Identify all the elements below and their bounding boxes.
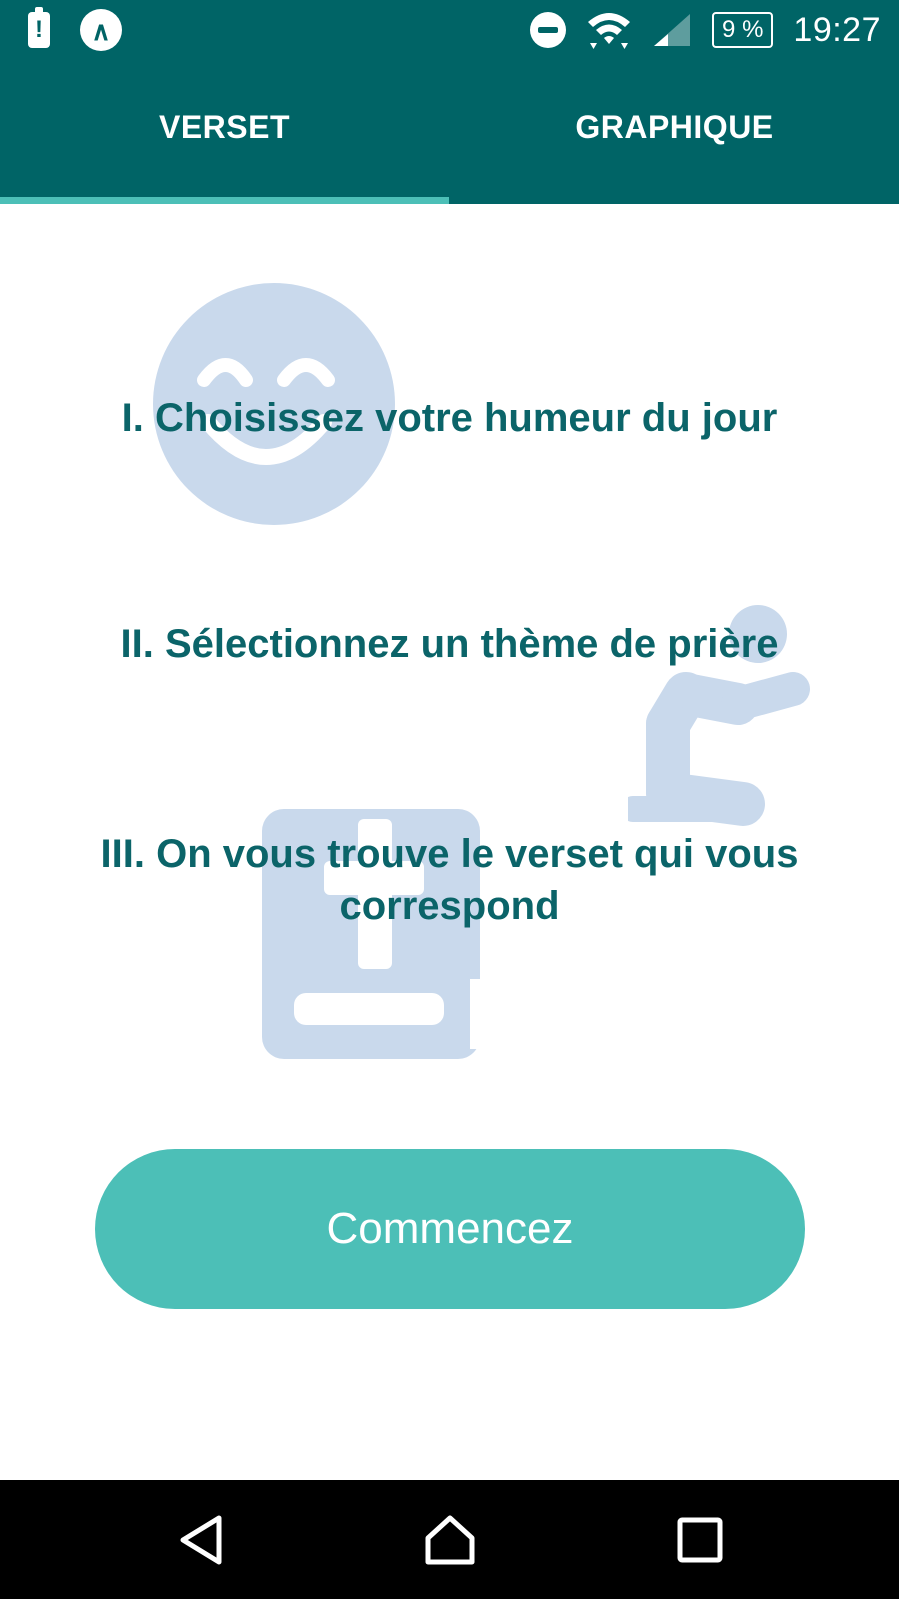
tab-graphique-label: GRAPHIQUE xyxy=(575,108,774,145)
step-3-label: III. On vous trouve le verset qui vous c… xyxy=(100,832,799,928)
status-bar: ! ∧ 9 % 19:27 xyxy=(0,0,899,60)
tab-graphique[interactable]: GRAPHIQUE xyxy=(450,60,899,204)
recent-apps-button[interactable] xyxy=(640,1480,760,1599)
home-button[interactable] xyxy=(390,1480,510,1599)
clock: 19:27 xyxy=(793,10,881,49)
tab-verset-label: VERSET xyxy=(158,108,291,145)
back-button[interactable] xyxy=(143,1480,263,1599)
step-2-text: II. Sélectionnez un thème de prière xyxy=(120,622,779,666)
tab-selected-indicator xyxy=(0,197,449,204)
app-notification-icon: ∧ xyxy=(80,9,122,51)
wifi-icon xyxy=(588,13,631,49)
back-icon xyxy=(180,1515,222,1564)
recent-apps-icon xyxy=(677,1517,723,1562)
tab-bar: VERSET GRAPHIQUE xyxy=(0,60,899,204)
step-1-text: I. Choisissez votre humeur du jour xyxy=(121,396,778,440)
do-not-disturb-icon xyxy=(530,12,567,48)
main-content: I. Choisissez votre humeur du jour II. S… xyxy=(0,204,899,1480)
tab-verset[interactable]: VERSET xyxy=(0,60,449,204)
cell-signal-icon xyxy=(654,14,691,46)
step-3-text: III. On vous trouve le verset qui vous c… xyxy=(0,828,899,932)
battery-icon: 9 % xyxy=(712,12,774,48)
start-button[interactable]: Commencez xyxy=(95,1149,805,1309)
home-icon xyxy=(425,1515,475,1564)
battery-alert-icon: ! xyxy=(28,7,50,48)
navigation-bar xyxy=(0,1480,899,1599)
